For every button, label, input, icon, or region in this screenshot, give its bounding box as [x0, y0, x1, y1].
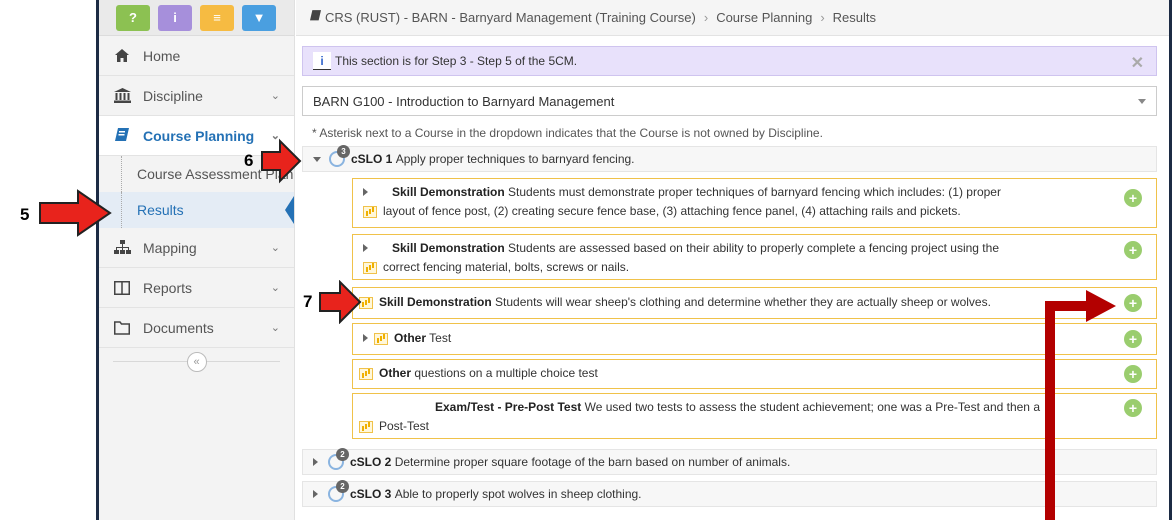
assessment-type: Exam/Test - Pre-Post Test — [435, 400, 582, 414]
bar-chart-icon[interactable] — [359, 420, 373, 433]
breadcrumb: CRS (RUST) - BARN - Barnyard Management … — [296, 0, 1169, 36]
course-select[interactable]: BARN G100 - Introduction to Barnyard Man… — [302, 86, 1157, 116]
chevron-right-icon: › — [820, 10, 825, 25]
chevron-down-icon: ⌄ — [270, 282, 280, 294]
clo-code: cSLO 1 — [351, 152, 393, 166]
sidebar-toolbar: ? i ≡ ▼ — [99, 0, 294, 36]
sidebar-item-reports[interactable]: Reports ⌄ — [99, 268, 294, 308]
assessment-type: Skill Demonstration — [379, 295, 492, 309]
sidebar-item-label: Home — [143, 47, 181, 64]
annotation-number-7: 7 — [303, 292, 313, 311]
help-button[interactable]: ? — [116, 4, 150, 31]
bar-chart-icon[interactable] — [363, 261, 377, 274]
assessment-text-cont: layout of fence post, (2) creating secur… — [383, 204, 961, 218]
close-icon[interactable]: ✕ — [1131, 53, 1144, 73]
assessment-text: questions on a multiple choice test — [414, 366, 598, 380]
bar-chart-icon[interactable] — [363, 205, 377, 218]
chevron-down-icon: ⌄ — [270, 242, 280, 254]
sidebar-item-label: Reports — [143, 279, 193, 296]
caret-right-icon[interactable] — [363, 244, 368, 252]
count-badge: 2 — [336, 480, 349, 493]
clo-text: Able to properly spot wolves in sheep cl… — [394, 487, 642, 501]
assessment-text: Test — [429, 331, 452, 345]
target-icon: 2 — [328, 448, 349, 470]
sidebar-item-home[interactable]: Home — [99, 36, 294, 76]
collapse-sidebar-button[interactable]: « — [186, 352, 207, 372]
assessment-text: We used two tests to assess the student … — [584, 400, 1040, 414]
sidebar-subitem-results[interactable]: Results — [99, 192, 294, 228]
annotation-number-5: 5 — [20, 205, 30, 224]
caret-down-icon[interactable] — [313, 156, 321, 162]
assessment-type: Skill Demonstration — [392, 241, 505, 255]
assessment-type: Skill Demonstration — [392, 185, 505, 199]
annotation-arrow-7 — [319, 280, 362, 324]
annotation-number-6: 6 — [244, 151, 254, 170]
sidebar-item-documents[interactable]: Documents ⌄ — [99, 308, 294, 348]
clo-row[interactable]: 3 cSLO 1 Apply proper techniques to barn… — [302, 145, 1157, 172]
caret-right-icon[interactable] — [363, 188, 368, 196]
sidebar-item-mapping[interactable]: Mapping ⌄ — [99, 228, 294, 268]
filter-button[interactable]: ▼ — [242, 4, 276, 31]
caret-right-icon[interactable] — [313, 490, 318, 498]
assessment-text: Students are assessed based on their abi… — [508, 241, 999, 255]
add-result-button[interactable]: + — [1124, 241, 1142, 259]
clo-text: Determine proper square footage of the b… — [394, 455, 791, 469]
sidebar-collapse-row: « — [99, 348, 294, 376]
folder-icon — [113, 319, 131, 337]
window-frame-right — [1169, 0, 1172, 520]
breadcrumb-course[interactable]: CRS (RUST) - BARN - Barnyard Management … — [325, 10, 696, 25]
clo-text: Apply proper techniques to barnyard fenc… — [395, 152, 635, 166]
add-result-button[interactable]: + — [1124, 189, 1142, 207]
clo-code: cSLO 3 — [350, 487, 392, 501]
assessment-type: Other — [379, 366, 412, 380]
annotation-elbow-arrow — [1045, 290, 1116, 520]
notes-button[interactable]: ≡ — [200, 4, 234, 31]
info-icon: i — [313, 52, 331, 70]
target-icon: 2 — [328, 480, 349, 502]
count-badge: 2 — [336, 448, 349, 461]
sidebar: ? i ≡ ▼ Home Discipline ⌄ Course Plannin… — [99, 0, 295, 520]
columns-icon — [113, 279, 131, 297]
bar-chart-icon[interactable] — [374, 332, 388, 345]
course-select-value: BARN G100 - Introduction to Barnyard Man… — [313, 93, 615, 109]
assessment-text-cont: Post-Test — [379, 419, 430, 433]
breadcrumb-results: Results — [832, 10, 877, 25]
info-text: This section is for Step 3 - Step 5 of t… — [335, 54, 578, 68]
chevron-down-icon: ⌄ — [270, 322, 280, 334]
sidebar-item-label: Discipline — [143, 87, 203, 104]
assessment-text: Students must demonstrate proper techniq… — [508, 185, 1001, 199]
count-badge: 3 — [337, 145, 350, 158]
info-button[interactable]: i — [158, 4, 192, 31]
book-icon — [310, 10, 321, 25]
caret-right-icon[interactable] — [313, 458, 318, 466]
sidebar-item-label: Documents — [143, 319, 214, 336]
book-icon — [113, 127, 131, 145]
sidebar-item-label: Mapping — [143, 239, 197, 256]
info-banner: i This section is for Step 3 - Step 5 of… — [302, 46, 1157, 76]
asterisk-note: * Asterisk next to a Course in the dropd… — [312, 126, 823, 140]
target-icon: 3 — [329, 145, 350, 167]
assessment-text: Students will wear sheep's clothing and … — [495, 295, 991, 309]
institution-icon — [113, 87, 131, 105]
caret-right-icon[interactable] — [363, 334, 368, 342]
annotation-arrow-5 — [39, 189, 112, 237]
home-icon — [113, 47, 131, 65]
assessment-item: Skill Demonstration Students must demons… — [352, 178, 1157, 228]
sidebar-item-discipline[interactable]: Discipline ⌄ — [99, 76, 294, 116]
assessment-item: Skill Demonstration Students are assesse… — [352, 234, 1157, 280]
chevron-right-icon: › — [703, 10, 709, 25]
assessment-text-cont: correct fencing material, bolts, screws … — [383, 260, 630, 274]
assessment-type: Other — [394, 331, 427, 345]
breadcrumb-course-planning[interactable]: Course Planning — [716, 10, 812, 25]
clo-code: cSLO 2 — [350, 455, 392, 469]
sidebar-item-label: Course Planning — [143, 127, 255, 144]
annotation-arrow-6 — [261, 138, 302, 184]
bar-chart-icon[interactable] — [359, 367, 373, 380]
chevron-down-icon: ⌄ — [270, 90, 280, 102]
caret-down-icon — [1138, 99, 1146, 104]
sitemap-icon — [113, 239, 131, 257]
